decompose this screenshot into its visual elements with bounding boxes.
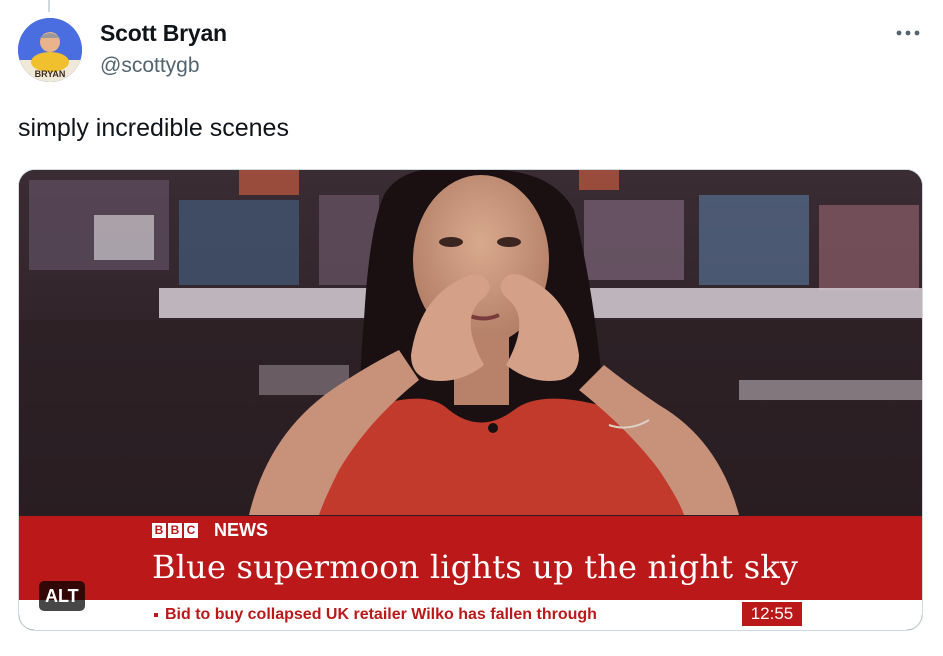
more-options-button[interactable]: [890, 18, 926, 48]
bbc-letter: B: [168, 523, 182, 538]
alt-text-button[interactable]: ALT: [39, 581, 85, 611]
news-brand-word: NEWS: [214, 520, 268, 540]
thread-connector-line: [48, 0, 50, 12]
author-name[interactable]: Scott Bryan: [100, 20, 227, 47]
bbc-letter: C: [184, 523, 198, 538]
news-lower-third: B B C NEWS Blue supermoon lights up the …: [19, 516, 922, 630]
bbc-letter: B: [152, 523, 166, 538]
bbc-logo: B B C: [152, 523, 198, 538]
headline-band: B B C NEWS Blue supermoon lights up the …: [19, 516, 922, 600]
broadcast-clock: 12:55: [742, 602, 802, 626]
news-headline: Blue supermoon lights up the night sky: [152, 548, 799, 586]
tweet-text: simply incredible scenes: [18, 114, 289, 142]
ticker-bullet-icon: [154, 613, 158, 617]
author-avatar[interactable]: BRYAN: [18, 18, 82, 82]
ticker-text: Bid to buy collapsed UK retailer Wilko h…: [165, 606, 597, 623]
avatar-image: BRYAN: [18, 18, 82, 82]
tweet-media-image[interactable]: B B C NEWS Blue supermoon lights up the …: [18, 169, 923, 631]
author-handle[interactable]: @scottygb: [100, 54, 200, 78]
avatar-caption: BRYAN: [35, 69, 66, 79]
more-horizontal-icon: [896, 30, 920, 36]
